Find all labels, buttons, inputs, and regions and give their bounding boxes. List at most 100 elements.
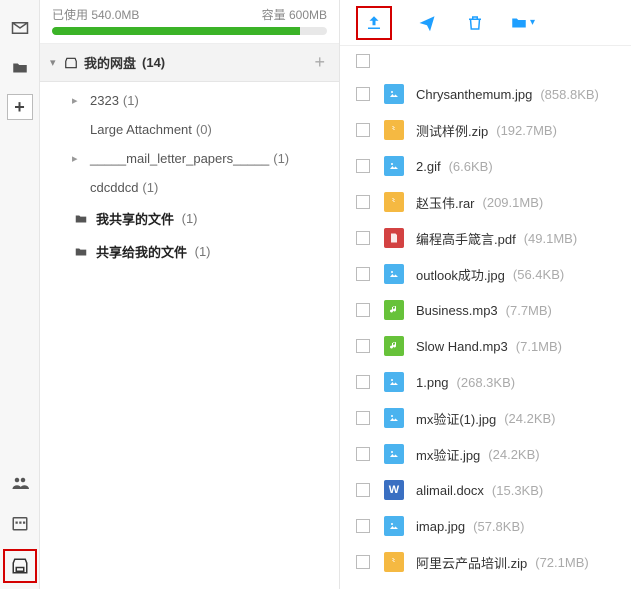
chevron-right-icon: ▸ bbox=[72, 152, 86, 165]
folder-nav-icon[interactable] bbox=[6, 54, 34, 82]
tree-item-count: (1) bbox=[273, 151, 289, 166]
send-button[interactable] bbox=[414, 10, 440, 36]
image-file-icon bbox=[384, 156, 404, 176]
file-checkbox[interactable] bbox=[356, 411, 370, 425]
file-size: (858.8KB) bbox=[540, 87, 599, 102]
file-checkbox[interactable] bbox=[356, 267, 370, 281]
file-size: (209.1MB) bbox=[483, 195, 544, 210]
file-row[interactable]: mx验证.jpg(24.2KB) bbox=[340, 436, 631, 472]
file-row[interactable]: 赵玉伟.rar (209.1MB) bbox=[340, 184, 631, 220]
file-size: (192.7MB) bbox=[496, 123, 557, 138]
audio-file-icon bbox=[384, 336, 404, 356]
file-row[interactable]: outlook成功.jpg(56.4KB) bbox=[340, 256, 631, 292]
folder-icon bbox=[74, 245, 90, 259]
file-checkbox[interactable] bbox=[356, 87, 370, 101]
file-row[interactable]: 2.gif(6.6KB) bbox=[340, 148, 631, 184]
calendar-icon[interactable] bbox=[6, 509, 34, 537]
disk-icon[interactable] bbox=[3, 549, 37, 583]
file-name: Chrysanthemum.jpg bbox=[416, 87, 532, 102]
image-file-icon bbox=[384, 264, 404, 284]
file-panel: ▾ Chrysanthemum.jpg (858.8KB) 测试样例.zip (192… bbox=[340, 0, 631, 589]
add-folder-button[interactable]: + bbox=[310, 52, 329, 73]
tree-item-count: (1) bbox=[191, 244, 211, 259]
tree-item[interactable]: Large Attachment(0) bbox=[40, 115, 339, 144]
file-name: 测试样例.zip bbox=[416, 121, 488, 140]
storage-cap-label: 容量 600MB bbox=[262, 6, 327, 23]
storage-used-label: 已使用 540.0MB bbox=[52, 6, 139, 23]
file-name: imap.jpg bbox=[416, 519, 465, 534]
file-row[interactable]: imap.jpg (57.8KB) bbox=[340, 508, 631, 544]
file-name: Slow Hand.mp3 bbox=[416, 339, 508, 354]
file-checkbox[interactable] bbox=[356, 375, 370, 389]
file-checkbox[interactable] bbox=[356, 555, 370, 569]
file-checkbox[interactable] bbox=[356, 195, 370, 209]
left-rail: + bbox=[0, 0, 40, 589]
mail-icon[interactable] bbox=[6, 14, 34, 42]
file-row[interactable]: mx验证(1).jpg (24.2KB) bbox=[340, 400, 631, 436]
storage-fill bbox=[52, 27, 300, 35]
tree-item-count: (1) bbox=[142, 180, 158, 195]
file-checkbox[interactable] bbox=[356, 303, 370, 317]
file-name: 编程高手箴言.pdf bbox=[416, 229, 516, 248]
tree-item-count: (0) bbox=[196, 122, 212, 137]
chevron-right-icon: ▸ bbox=[72, 94, 86, 107]
tree-share-item[interactable]: 共享给我的文件 (1) bbox=[40, 235, 339, 268]
folder-action-button[interactable]: ▾ bbox=[510, 10, 535, 36]
tree-item-label: cdcddcd bbox=[90, 180, 138, 195]
file-toolbar: ▾ bbox=[340, 0, 631, 46]
file-checkbox[interactable] bbox=[356, 483, 370, 497]
file-row[interactable]: 测试样例.zip (192.7MB) bbox=[340, 112, 631, 148]
select-all-checkbox[interactable] bbox=[356, 54, 370, 68]
file-size: (24.2KB) bbox=[504, 411, 555, 426]
file-size: (49.1MB) bbox=[524, 231, 577, 246]
delete-button[interactable] bbox=[462, 10, 488, 36]
chevron-down-icon: ▾ bbox=[50, 56, 64, 69]
file-size: (268.3KB) bbox=[457, 375, 516, 390]
file-checkbox[interactable] bbox=[356, 519, 370, 533]
file-checkbox[interactable] bbox=[356, 339, 370, 353]
tree-item-label: _____mail_letter_papers_____ bbox=[90, 151, 269, 166]
archive-file-icon bbox=[384, 120, 404, 140]
folder-tree-panel: 已使用 540.0MB 容量 600MB ▾ 我的网盘 (14) + ▸ 2323… bbox=[40, 0, 340, 589]
root-count: (14) bbox=[142, 55, 165, 70]
tree-item-count: (1) bbox=[123, 93, 139, 108]
upload-button[interactable] bbox=[356, 6, 392, 40]
file-checkbox[interactable] bbox=[356, 447, 370, 461]
audio-file-icon bbox=[384, 300, 404, 320]
file-size: (56.4KB) bbox=[513, 267, 564, 282]
pdf-file-icon bbox=[384, 228, 404, 248]
tree-item[interactable]: cdcddcd (1) bbox=[40, 173, 339, 202]
tree-item[interactable]: ▸ _____mail_letter_papers_____ (1) bbox=[40, 144, 339, 173]
file-row[interactable]: 1.png (268.3KB) bbox=[340, 364, 631, 400]
image-file-icon bbox=[384, 84, 404, 104]
file-name: 2.gif bbox=[416, 159, 441, 174]
tree-root[interactable]: ▾ 我的网盘 (14) + bbox=[40, 44, 339, 82]
storage-summary: 已使用 540.0MB 容量 600MB bbox=[40, 0, 339, 44]
file-name: 赵玉伟.rar bbox=[416, 193, 475, 212]
file-row[interactable]: Slow Hand.mp3(7.1MB) bbox=[340, 328, 631, 364]
image-file-icon bbox=[384, 408, 404, 428]
tree-items: ▸ 2323 (1) Large Attachment(0) ▸ _____mail_le… bbox=[40, 82, 339, 272]
add-button[interactable]: + bbox=[7, 94, 33, 120]
file-row[interactable]: Walimail.docx(15.3KB) bbox=[340, 472, 631, 508]
file-size: (24.2KB) bbox=[488, 447, 539, 462]
contacts-icon[interactable] bbox=[6, 469, 34, 497]
file-name: mx验证(1).jpg bbox=[416, 409, 496, 428]
image-file-icon bbox=[384, 516, 404, 536]
file-row[interactable]: Business.mp3(7.7MB) bbox=[340, 292, 631, 328]
tree-item-label: 2323 bbox=[90, 93, 119, 108]
file-row[interactable]: Chrysanthemum.jpg (858.8KB) bbox=[340, 76, 631, 112]
file-checkbox[interactable] bbox=[356, 159, 370, 173]
file-list-header bbox=[340, 46, 631, 76]
file-name: 1.png bbox=[416, 375, 449, 390]
file-size: (7.7MB) bbox=[506, 303, 552, 318]
file-checkbox[interactable] bbox=[356, 231, 370, 245]
file-size: (57.8KB) bbox=[473, 519, 524, 534]
tree-share-item[interactable]: 我共享的文件 (1) bbox=[40, 202, 339, 235]
file-row[interactable]: 阿里云产品培训.zip (72.1MB) bbox=[340, 544, 631, 580]
tree-item[interactable]: ▸ 2323 (1) bbox=[40, 86, 339, 115]
file-size: (72.1MB) bbox=[535, 555, 588, 570]
file-checkbox[interactable] bbox=[356, 123, 370, 137]
file-name: 阿里云产品培训.zip bbox=[416, 553, 527, 572]
file-row[interactable]: 编程高手箴言.pdf (49.1MB) bbox=[340, 220, 631, 256]
